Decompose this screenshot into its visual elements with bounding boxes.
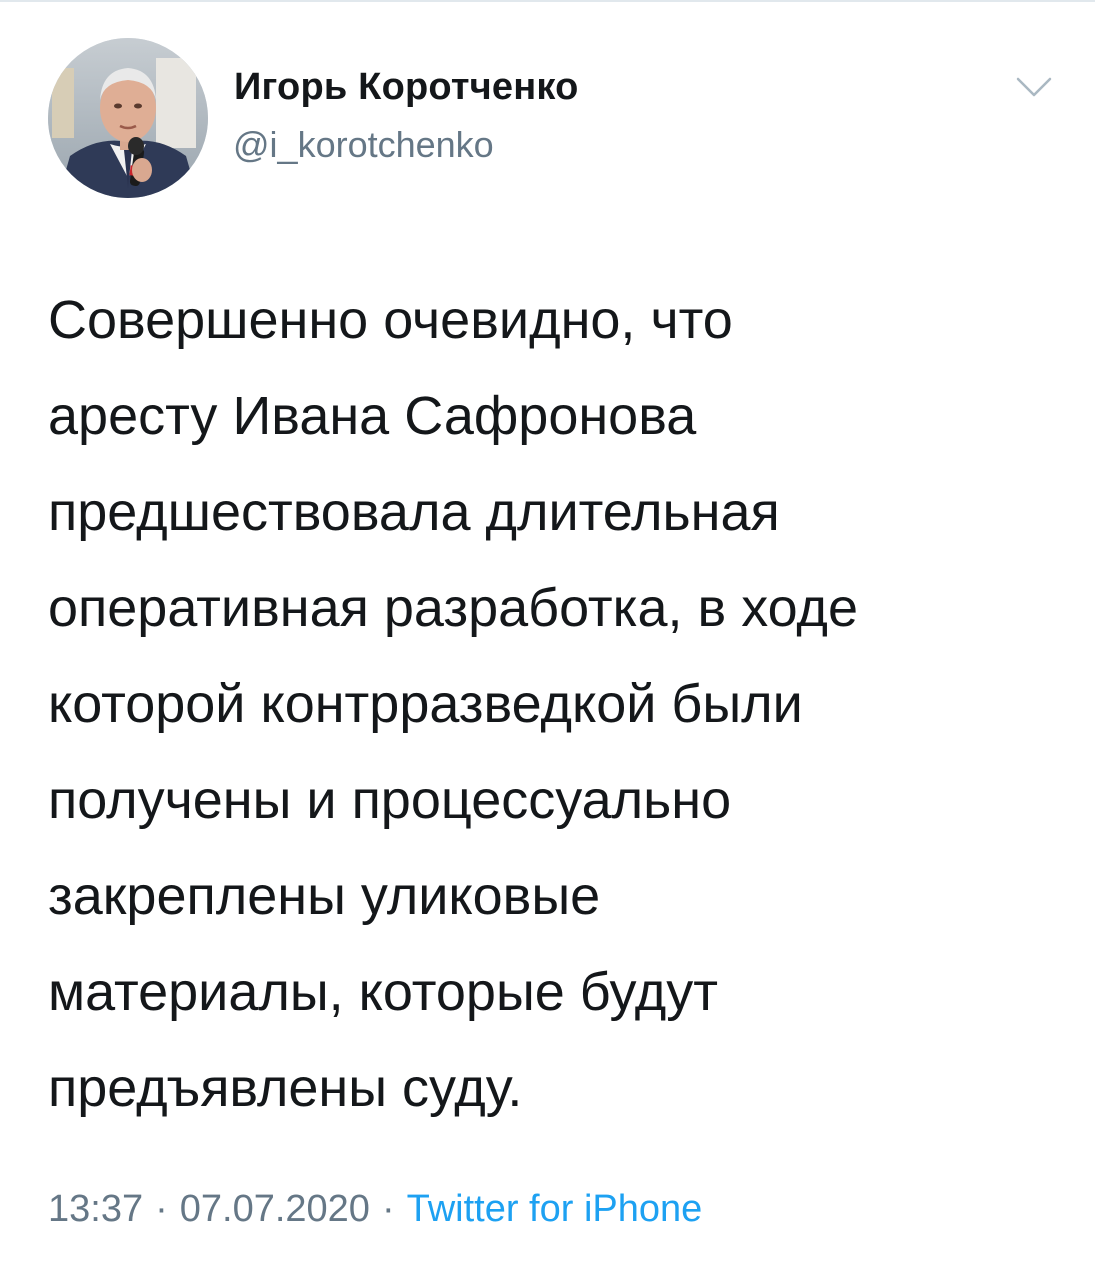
avatar[interactable] xyxy=(48,38,208,198)
tweet-text-line: получены и процессуально xyxy=(48,770,732,830)
chevron-down-icon[interactable] xyxy=(1012,70,1056,106)
tweet-text-line: которой контрразведкой были xyxy=(48,674,803,734)
tweet-text-line: предшествовала длительная xyxy=(48,482,780,542)
tweet-text-line: предъявлены суду. xyxy=(48,1058,523,1118)
tweet-text-line: оперативная разработка, в ходе xyxy=(48,578,858,638)
avatar-photo xyxy=(48,38,208,198)
tweet-text-line: Совершенно очевидно, что xyxy=(48,290,733,350)
tweet-card: Игорь Коротченко @i_korotchenko Совершен… xyxy=(0,0,1095,1280)
tweet-time[interactable]: 13:37 xyxy=(48,1188,143,1230)
author-name[interactable]: Игорь Коротченко xyxy=(234,66,579,109)
meta-separator: · xyxy=(155,1188,168,1230)
author-handle[interactable]: @i_korotchenko xyxy=(233,124,494,166)
tweet-text: Совершенно очевидно, что аресту Ивана Са… xyxy=(48,272,1058,1136)
tweet-text-line: материалы, которые будут xyxy=(48,962,718,1022)
tweet-text-line: закреплены уликовые xyxy=(48,866,601,926)
tweet-date[interactable]: 07.07.2020 xyxy=(180,1188,370,1230)
tweet-text-line: аресту Ивана Сафронова xyxy=(48,386,697,446)
tweet-meta: 13:37 · 07.07.2020 · Twitter for iPhone xyxy=(48,1188,702,1231)
meta-separator: · xyxy=(381,1188,395,1230)
tweet-source-link[interactable]: Twitter for iPhone xyxy=(407,1188,703,1230)
